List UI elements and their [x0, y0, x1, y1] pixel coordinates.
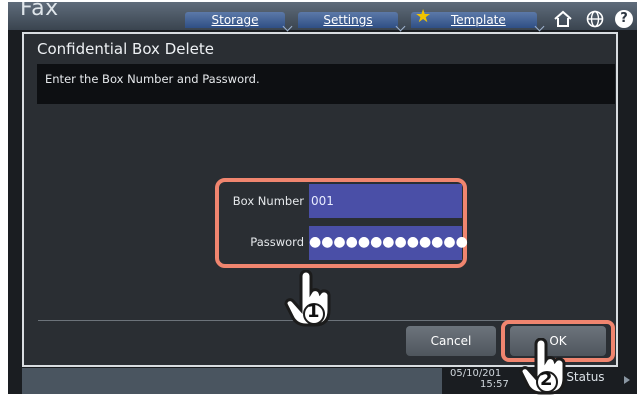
footer-datetime: 05/10/201 15:57 — [450, 368, 509, 390]
instruction-message: Enter the Box Number and Password. — [45, 72, 260, 86]
password-label: Password — [250, 235, 304, 249]
chevron-right-icon — [624, 376, 630, 384]
password-masked-value: ●●●●●●●●●●●●● — [309, 234, 468, 250]
box-number-field[interactable]: 001 — [309, 184, 462, 218]
footer-bar — [22, 368, 442, 394]
app-header: Fax Storage Settings ★ Template ? — [8, 2, 637, 32]
tab-storage[interactable]: Storage — [185, 12, 293, 32]
chevron-down-icon — [395, 21, 406, 32]
cancel-button[interactable]: Cancel — [406, 326, 496, 356]
dialog-title: Confidential Box Delete — [37, 40, 214, 58]
box-number-label: Box Number — [232, 194, 304, 208]
help-icon[interactable]: ? — [615, 10, 633, 28]
home-icon[interactable] — [553, 10, 573, 32]
screen-frame: Fax Storage Settings ★ Template ? Confid… — [8, 2, 637, 394]
password-field[interactable]: ●●●●●●●●●●●●● — [309, 226, 468, 260]
callout-step-1: 1 — [307, 301, 320, 322]
app-title: Fax — [20, 2, 59, 21]
star-icon: ★ — [415, 6, 432, 27]
globe-icon[interactable] — [586, 10, 604, 32]
credentials-group: Box Number 001 Password ●●●●●●●●●●●●● — [215, 178, 468, 268]
tab-storage-label: Storage — [211, 13, 259, 27]
callout-step-2: 2 — [540, 369, 553, 390]
footer-date: 05/10/201 — [450, 368, 502, 379]
tap-hand-icon-2: 2 — [519, 337, 571, 400]
tab-settings-label: Settings — [323, 13, 373, 27]
tab-settings[interactable]: Settings — [298, 12, 406, 32]
chevron-down-icon — [534, 21, 545, 32]
tab-template-label: Template — [451, 13, 506, 27]
box-number-value: 001 — [311, 194, 334, 208]
message-bar: Enter the Box Number and Password. — [37, 64, 615, 104]
tap-hand-icon-1: 1 — [284, 269, 336, 332]
tab-template[interactable]: ★ Template — [411, 6, 545, 32]
chevron-down-icon — [282, 21, 293, 32]
footer-time: 15:57 — [480, 379, 509, 390]
